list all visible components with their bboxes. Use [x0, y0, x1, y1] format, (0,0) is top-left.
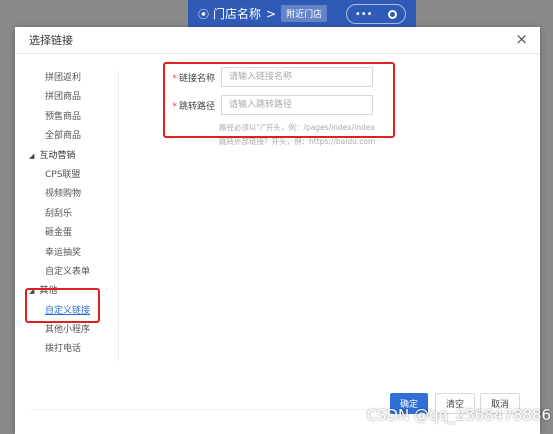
tree-item-all-products[interactable]: 全部商品	[29, 127, 119, 146]
miniprogram-capsule: •••	[346, 4, 406, 24]
tree-item-lucky-draw[interactable]: 幸运抽奖	[29, 244, 119, 263]
tree-item-group-rebate[interactable]: 拼团返利	[29, 69, 119, 88]
close-circle-icon	[388, 9, 398, 19]
tree-item-presale-products[interactable]: 预售商品	[29, 108, 119, 127]
tree-divider	[118, 71, 119, 361]
tree-item-phone-call[interactable]: 拨打电话	[29, 340, 119, 359]
csdn-watermark: CSDN @qq_2568478886	[366, 406, 551, 424]
tree-item-cps-alliance[interactable]: CPS联盟	[29, 166, 119, 185]
tree-group-interactive-marketing[interactable]: ◢ 互动营销	[29, 147, 119, 166]
tree-item-other-miniprogram[interactable]: 其他小程序	[29, 321, 119, 340]
tree-item-smash-egg[interactable]: 砸金蛋	[29, 224, 119, 243]
tree-item-custom-form[interactable]: 自定义表单	[29, 263, 119, 282]
more-dots-icon: •••	[354, 8, 373, 20]
tree-item-group-products[interactable]: 拼团商品	[29, 88, 119, 107]
dialog-title: 选择链接	[29, 34, 73, 47]
map-pin-icon: ⦿	[198, 7, 209, 21]
background-store-header: ⦿ 门店名称 > 附近门店 •••	[188, 0, 416, 27]
form-highlight-box	[163, 62, 395, 138]
tree-highlight-box	[25, 288, 100, 323]
expand-triangle-icon[interactable]: ◢	[29, 147, 34, 166]
tree-group-label: 互动营销	[39, 150, 76, 161]
chevron-right-icon: >	[266, 6, 277, 21]
tree-item-scratch-card[interactable]: 刮刮乐	[29, 205, 119, 224]
tree-item-video-shopping[interactable]: 视频购物	[29, 185, 119, 204]
close-icon[interactable]: ×	[515, 32, 528, 47]
store-name-label: 门店名称	[213, 7, 262, 21]
dialog-header: 选择链接 ×	[15, 27, 540, 54]
nearby-store-badge: 附近门店	[281, 5, 328, 22]
